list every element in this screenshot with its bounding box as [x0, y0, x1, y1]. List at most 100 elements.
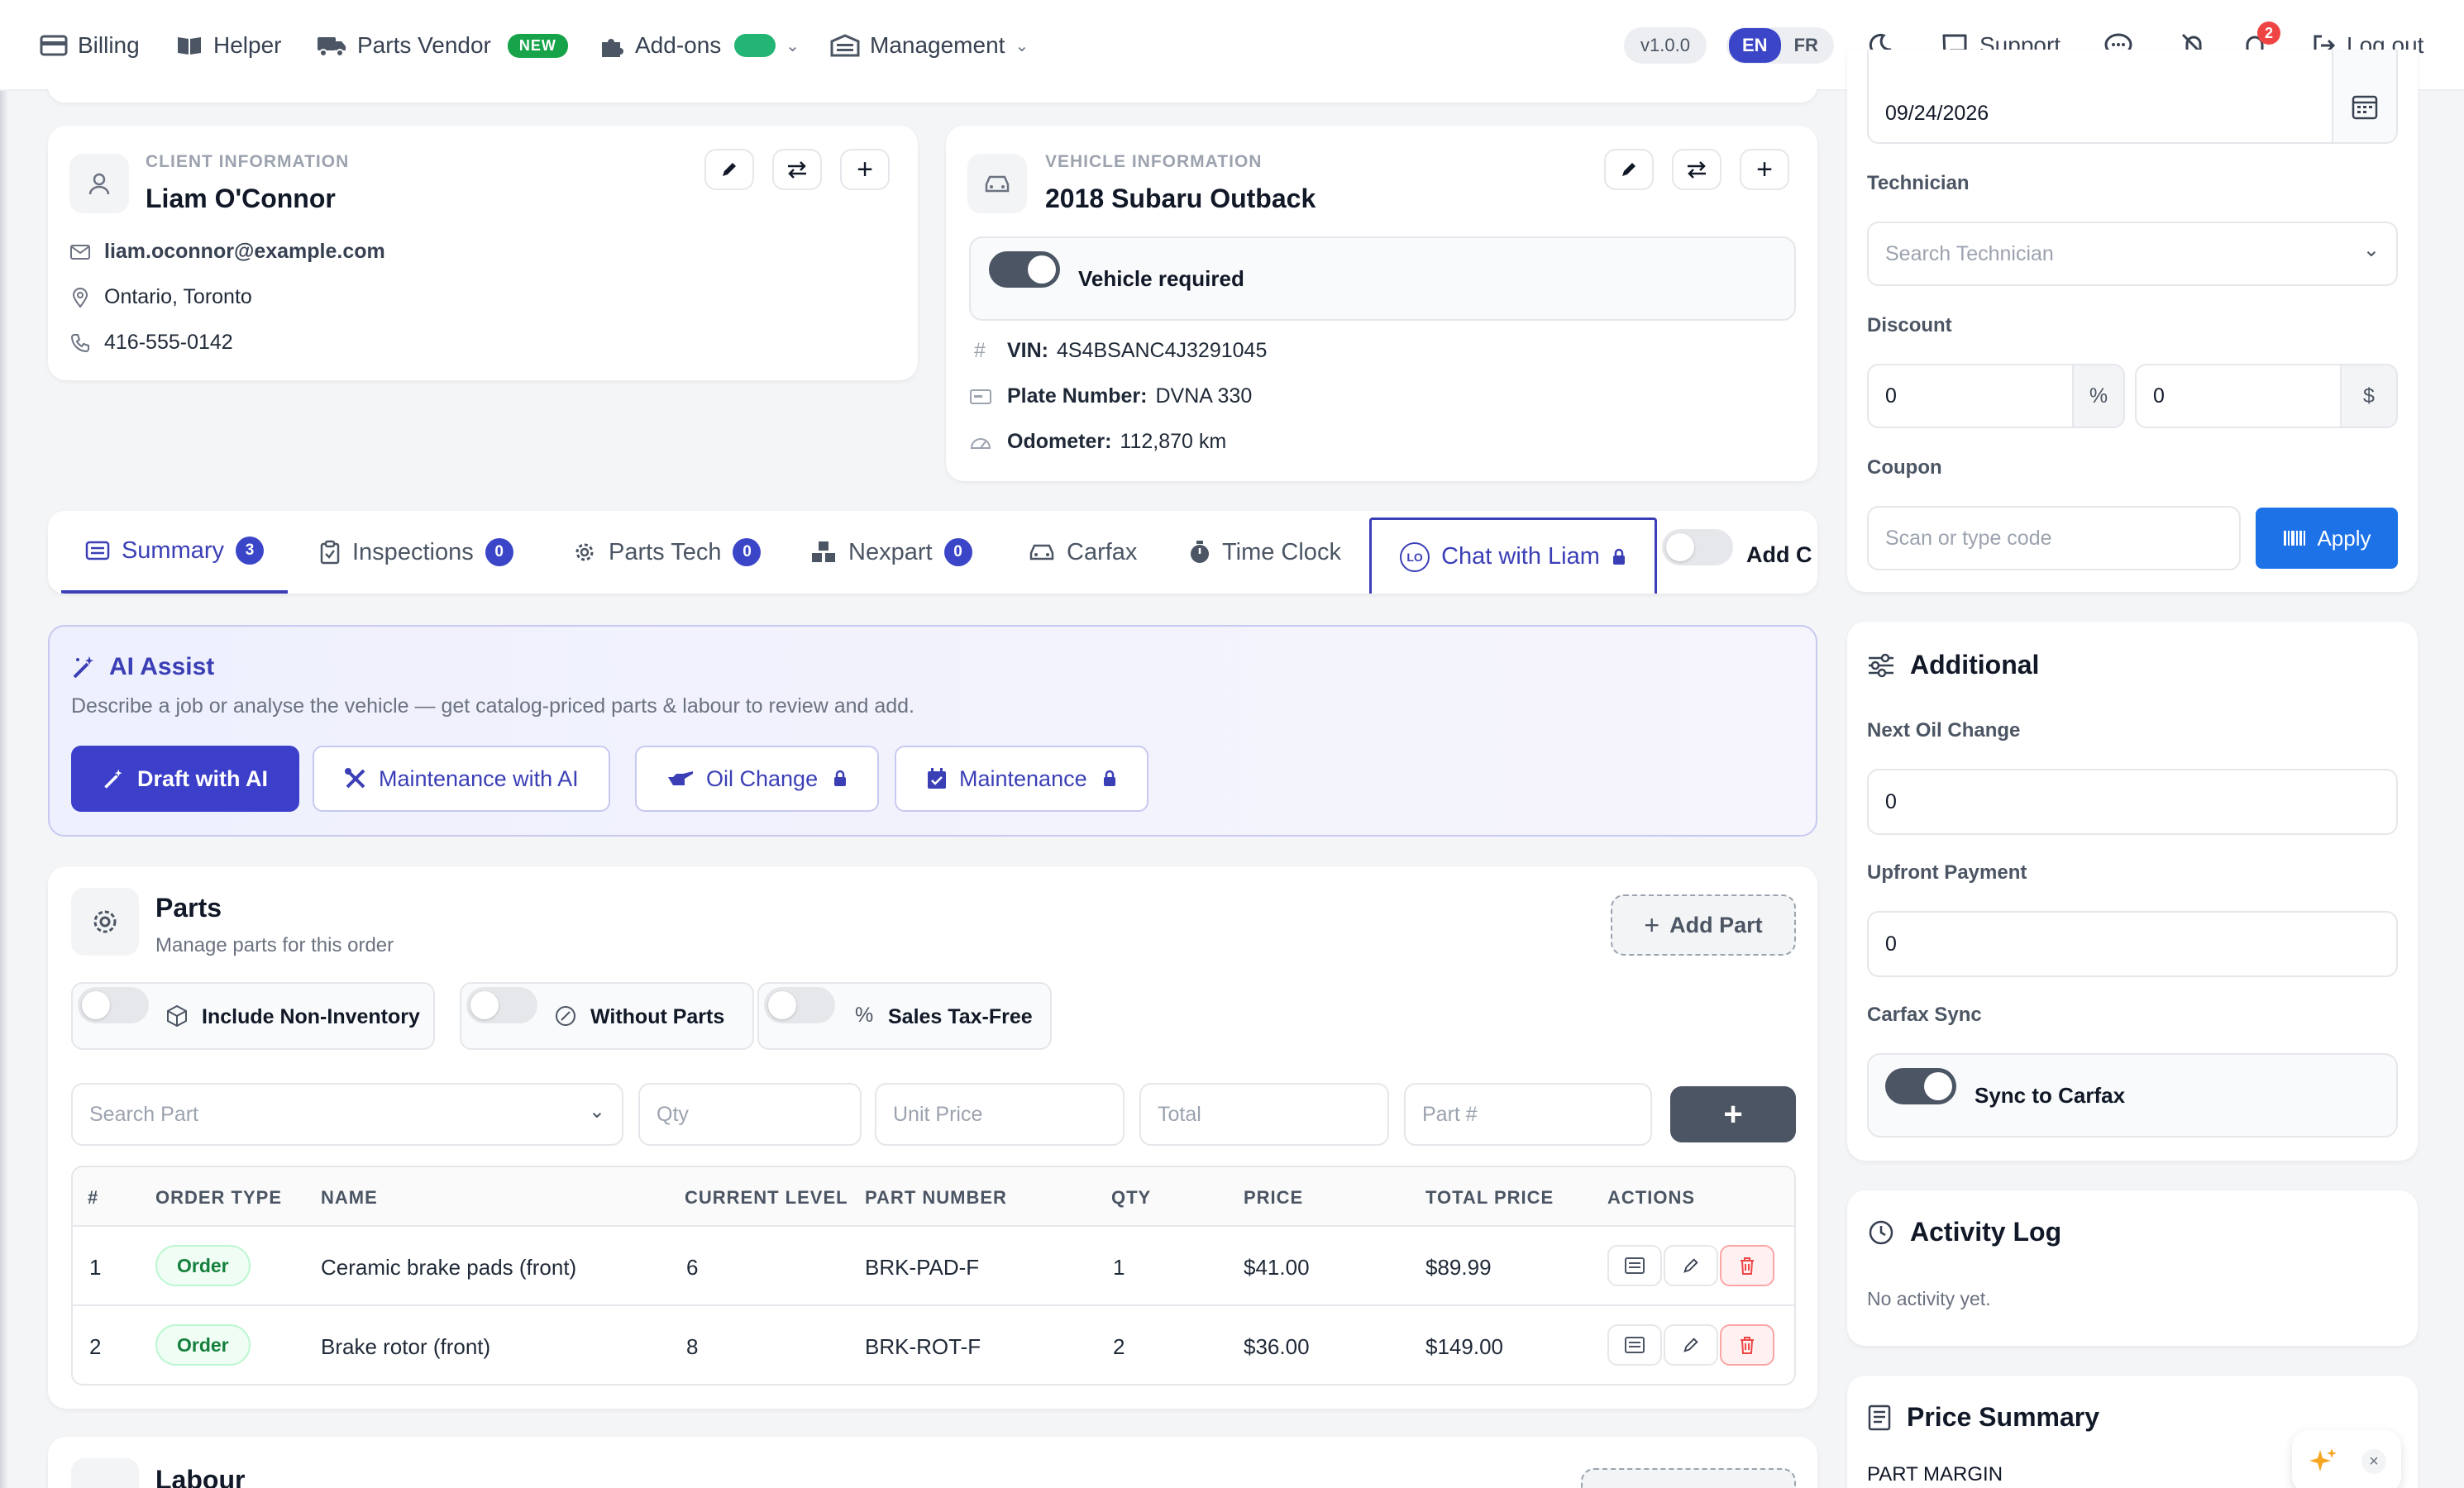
col-part-number: PART NUMBER	[865, 1187, 1007, 1208]
date-input[interactable]: 09/24/2026	[1867, 50, 2353, 144]
col-order-type: ORDER TYPE	[155, 1187, 283, 1208]
add-client-button[interactable]: +	[840, 149, 890, 190]
details-card: 09/24/2026 Technician Search Technician …	[1847, 50, 2418, 592]
tab-nexpart[interactable]: Nexpart 0	[810, 511, 972, 594]
oil-change-button[interactable]: Oil Change	[635, 746, 880, 812]
tab-summary[interactable]: Summary 3	[61, 511, 288, 594]
tab-time-clock-label: Time Clock	[1222, 538, 1341, 565]
edit-client-button[interactable]	[704, 149, 754, 190]
maintenance-with-ai-button[interactable]: Maintenance with AI	[313, 746, 610, 812]
discount-amount-input[interactable]: 0	[2135, 364, 2342, 428]
calendar-button[interactable]	[2332, 50, 2398, 144]
tab-parts-tech[interactable]: Parts Tech 0	[572, 511, 762, 594]
client-location-row: Ontario, Toronto	[69, 285, 252, 309]
note-button[interactable]	[1607, 1324, 1662, 1366]
magic-wand-icon	[73, 656, 93, 679]
plus-icon: +	[1644, 909, 1660, 940]
sparkles-icon	[2309, 1448, 2337, 1471]
nav-billing[interactable]: Billing	[40, 0, 140, 91]
total-placeholder: Total	[1158, 1102, 1201, 1126]
truck-icon	[318, 37, 346, 57]
lang-en-button[interactable]: EN	[1729, 28, 1781, 63]
next-oil-change-input[interactable]: 0	[1867, 769, 2398, 835]
version-badge: v1.0.0	[1624, 27, 1707, 64]
activity-log-empty: No activity yet.	[1867, 1288, 1991, 1309]
swap-icon	[788, 161, 806, 179]
tab-time-clock[interactable]: Time Clock	[1189, 511, 1341, 594]
map-pin-icon	[72, 287, 88, 308]
add-tab-toggle[interactable]	[1662, 529, 1733, 565]
total-input[interactable]: Total	[1139, 1083, 1389, 1146]
row-level: 6	[686, 1255, 699, 1280]
non-inventory-switch[interactable]	[78, 987, 149, 1023]
floating-assistant-widget[interactable]: ×	[2292, 1430, 2401, 1488]
receipt-icon	[1868, 1405, 1891, 1430]
add-labour-button[interactable]	[1581, 1468, 1796, 1488]
plus-icon: +	[1756, 154, 1773, 185]
discount-label: Discount	[1867, 314, 1952, 336]
technician-label: Technician	[1867, 172, 1970, 194]
nav-parts-vendor[interactable]: Parts Vendor NEW	[316, 0, 568, 91]
search-part-placeholder: Search Part	[89, 1102, 199, 1126]
client-email[interactable]: liam.oconnor@example.com	[104, 240, 385, 264]
carfax-sync-toggle[interactable]	[1885, 1068, 1956, 1104]
upfront-payment-value: 0	[1885, 932, 1897, 956]
language-switch: EN FR	[1726, 27, 1834, 64]
coupon-input[interactable]: Scan or type code	[1867, 506, 2241, 570]
chevron-down-icon: ⌄	[1015, 36, 1029, 55]
vin-value: 4S4BSANC4J3291045	[1057, 339, 1268, 362]
discount-percent-input[interactable]: 0	[1867, 364, 2074, 428]
tab-parts-tech-count: 0	[733, 538, 762, 566]
swap-vehicle-button[interactable]	[1672, 149, 1721, 190]
lang-fr-button[interactable]: FR	[1781, 28, 1831, 63]
edit-row-button[interactable]	[1664, 1245, 1718, 1286]
draft-with-ai-button[interactable]: Draft with AI	[71, 746, 299, 812]
tab-chat-with-liam[interactable]: LO Chat with Liam	[1369, 517, 1657, 594]
tab-carfax[interactable]: Carfax	[1029, 511, 1137, 594]
coupon-placeholder: Scan or type code	[1885, 526, 2052, 550]
nav-helper-label: Helper	[213, 32, 282, 58]
vehicle-card: VEHICLE INFORMATION 2018 Subaru Outback …	[946, 126, 1817, 481]
add-vehicle-button[interactable]: +	[1740, 149, 1789, 190]
draft-with-ai-label: Draft with AI	[137, 765, 268, 791]
search-part-select[interactable]: Search Part ⌄	[71, 1083, 623, 1146]
additional-card: Additional Next Oil Change 0 Upfront Pay…	[1847, 622, 2418, 1161]
note-button[interactable]	[1607, 1245, 1662, 1286]
edit-row-button[interactable]	[1664, 1324, 1718, 1366]
col-qty: QTY	[1111, 1187, 1152, 1208]
apply-coupon-button[interactable]: Apply	[2256, 508, 2398, 569]
addons-toggle[interactable]	[734, 34, 776, 57]
date-value: 09/24/2026	[1885, 101, 1989, 125]
discount-amount-value: 0	[2153, 384, 2165, 408]
car-icon	[985, 175, 1010, 193]
add-part-button[interactable]: + Add Part	[1611, 894, 1796, 956]
edit-vehicle-button[interactable]	[1604, 149, 1654, 190]
add-part-row-button[interactable]: +	[1670, 1086, 1796, 1142]
technician-select[interactable]: Search Technician ⌄	[1867, 222, 2398, 286]
maintenance-button[interactable]: Maintenance	[895, 746, 1148, 812]
parts-table-header: # ORDER TYPE NAME CURRENT LEVEL PART NUM…	[73, 1167, 1794, 1227]
unit-price-input[interactable]: Unit Price	[875, 1083, 1125, 1146]
tab-inspections[interactable]: Inspections 0	[319, 511, 513, 594]
carfax-sync-label: Carfax Sync	[1867, 1004, 1982, 1026]
swap-client-button[interactable]	[772, 149, 822, 190]
without-parts-switch[interactable]	[466, 987, 537, 1023]
nav-management[interactable]: Management ⌄	[830, 0, 1029, 91]
row-qty: 1	[1113, 1255, 1125, 1280]
qty-input[interactable]: Qty	[638, 1083, 862, 1146]
part-number-input[interactable]: Part #	[1404, 1083, 1652, 1146]
book-icon	[178, 37, 201, 55]
puzzle-icon	[602, 39, 623, 57]
part-margin-label: PART MARGIN	[1867, 1463, 2003, 1486]
tab-carfax-label: Carfax	[1067, 538, 1138, 565]
nav-addons[interactable]: Add-ons ⌄	[599, 0, 800, 91]
nav-helper[interactable]: Helper	[175, 0, 281, 91]
delete-row-button[interactable]	[1720, 1324, 1774, 1366]
delete-row-button[interactable]	[1720, 1245, 1774, 1286]
tax-free-switch[interactable]	[764, 987, 835, 1023]
row-name: Brake rotor (front)	[321, 1334, 491, 1359]
vehicle-required-toggle[interactable]	[989, 251, 1060, 288]
upfront-payment-input[interactable]: 0	[1867, 911, 2398, 977]
close-icon[interactable]: ×	[2361, 1449, 2386, 1474]
plus-icon: +	[857, 154, 873, 185]
